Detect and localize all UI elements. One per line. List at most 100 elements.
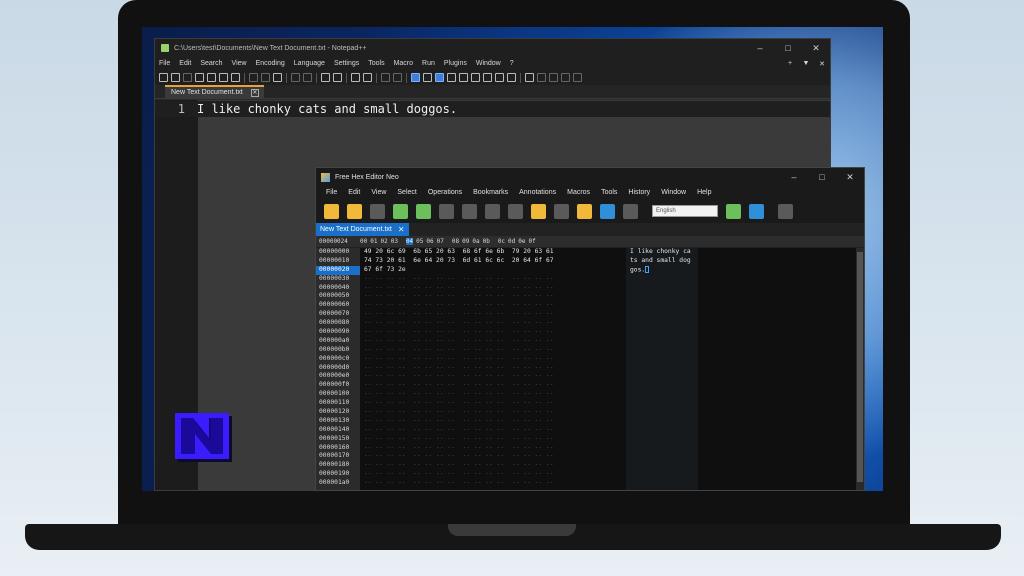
menu-item-bookmarks[interactable]: Bookmarks — [473, 189, 508, 196]
ascii-row[interactable] — [630, 381, 698, 390]
tab-list-button[interactable]: ▼ — [798, 60, 814, 68]
hex-tab[interactable]: New Text Document.txt ✕ — [316, 223, 409, 236]
menu-item-operations[interactable]: Operations — [428, 189, 462, 196]
run-macro-multiple-icon[interactable] — [561, 73, 570, 82]
ascii-row[interactable]: I like chonky ca — [630, 248, 698, 257]
menu-item-file[interactable]: File — [159, 60, 170, 67]
ascii-row[interactable] — [630, 408, 698, 417]
menu-item-search[interactable]: Search — [200, 60, 222, 67]
menu-item-file[interactable]: File — [326, 189, 337, 196]
sync-vertical-icon[interactable] — [381, 73, 390, 82]
redo-icon[interactable] — [462, 203, 477, 219]
redo-icon[interactable] — [303, 73, 312, 82]
doc-map-icon[interactable] — [459, 73, 468, 82]
delete-icon[interactable] — [554, 203, 569, 219]
paste-icon[interactable] — [273, 73, 282, 82]
ascii-row[interactable] — [630, 275, 698, 284]
language-icon[interactable] — [447, 73, 456, 82]
menu-item-plugins[interactable]: Plugins — [444, 60, 467, 67]
maximize-button[interactable]: □ — [774, 43, 802, 54]
byte-row[interactable]: -- -- -- -- -- -- -- -- -- -- -- -- -- -… — [364, 301, 622, 310]
byte-row[interactable]: -- -- -- -- -- -- -- -- -- -- -- -- -- -… — [364, 310, 622, 319]
byte-row[interactable]: -- -- -- -- -- -- -- -- -- -- -- -- -- -… — [364, 426, 622, 435]
ascii-row[interactable] — [630, 417, 698, 426]
language-select[interactable]: English — [652, 205, 718, 217]
column-header-08[interactable]: 08 — [452, 238, 459, 245]
close-button[interactable]: ✕ — [802, 43, 830, 54]
byte-row[interactable]: 67 6f 73 2e — [364, 266, 622, 275]
menu-item-settings[interactable]: Settings — [334, 60, 359, 67]
menu-item-edit[interactable]: Edit — [348, 189, 360, 196]
menu-item-macros[interactable]: Macros — [567, 189, 590, 196]
new-file-icon[interactable] — [324, 203, 339, 219]
byte-row[interactable]: -- -- -- -- -- -- -- -- -- -- -- -- -- -… — [364, 435, 622, 444]
clipboard-icon[interactable] — [577, 203, 592, 219]
vertical-scrollbar[interactable] — [856, 248, 864, 490]
menu-item-language[interactable]: Language — [294, 60, 325, 67]
close-all-icon[interactable] — [219, 73, 228, 82]
ascii-row[interactable] — [630, 452, 698, 461]
menu-item-macro[interactable]: Macro — [394, 60, 413, 67]
maximize-button[interactable]: □ — [808, 172, 836, 183]
stop-macro-icon[interactable] — [537, 73, 546, 82]
indent-guide-icon[interactable] — [435, 73, 444, 82]
byte-row[interactable]: -- -- -- -- -- -- -- -- -- -- -- -- -- -… — [364, 408, 622, 417]
column-header-0a[interactable]: 0a — [472, 238, 479, 245]
ascii-row[interactable] — [630, 337, 698, 346]
menu-item-window[interactable]: Window — [661, 189, 686, 196]
tools-icon[interactable] — [778, 203, 793, 219]
column-header-04[interactable]: 04 — [405, 238, 414, 245]
menu-item-view[interactable]: View — [371, 189, 386, 196]
paste-icon[interactable] — [531, 203, 546, 219]
function-list-icon[interactable] — [471, 73, 480, 82]
menu-item-tools[interactable]: Tools — [601, 189, 617, 196]
byte-row[interactable]: 74 73 20 61 6e 64 20 73 6d 61 6c 6c 20 6… — [364, 257, 622, 266]
ascii-row[interactable] — [630, 355, 698, 364]
column-header-0b[interactable]: 0b — [483, 238, 490, 245]
notepad-tab[interactable]: New Text Document.txt ✕ — [165, 85, 264, 98]
settings-icon[interactable] — [507, 73, 516, 82]
new-tab-button[interactable]: + — [782, 60, 798, 68]
column-header-06[interactable]: 06 — [426, 238, 433, 245]
byte-grid[interactable]: 49 20 6c 69 6b 65 20 63 68 6f 6e 6b 79 2… — [364, 248, 622, 490]
open-file-icon[interactable] — [171, 73, 180, 82]
column-header-09[interactable]: 09 — [462, 238, 469, 245]
ascii-row[interactable] — [630, 310, 698, 319]
ascii-row[interactable] — [630, 479, 698, 488]
zoom-in-icon[interactable] — [351, 73, 360, 82]
undo-icon[interactable] — [291, 73, 300, 82]
byte-row[interactable]: -- -- -- -- -- -- -- -- -- -- -- -- -- -… — [364, 328, 622, 337]
find-icon[interactable] — [321, 73, 330, 82]
byte-row[interactable]: -- -- -- -- -- -- -- -- -- -- -- -- -- -… — [364, 364, 622, 373]
ascii-row[interactable] — [630, 328, 698, 337]
editor-line-text[interactable]: I like chonky cats and small doggos. — [197, 102, 457, 116]
byte-row[interactable]: -- -- -- -- -- -- -- -- -- -- -- -- -- -… — [364, 399, 622, 408]
find-next-icon[interactable] — [623, 203, 638, 219]
folder-workspace-icon[interactable] — [483, 73, 492, 82]
menu-item-window[interactable]: Window — [476, 60, 501, 67]
save-as-icon[interactable] — [393, 203, 408, 219]
column-header-0e[interactable]: 0e — [518, 238, 525, 245]
column-header-05[interactable]: 05 — [416, 238, 423, 245]
copy-icon[interactable] — [261, 73, 270, 82]
byte-row[interactable]: -- -- -- -- -- -- -- -- -- -- -- -- -- -… — [364, 337, 622, 346]
menu-item-run[interactable]: Run — [422, 60, 435, 67]
menu-item-annotations[interactable]: Annotations — [519, 189, 556, 196]
column-header-01[interactable]: 01 — [370, 238, 377, 245]
play-macro-icon[interactable] — [549, 73, 558, 82]
ascii-row[interactable] — [630, 435, 698, 444]
column-header-0d[interactable]: 0d — [508, 238, 515, 245]
column-header-07[interactable]: 07 — [437, 238, 444, 245]
cut-icon[interactable] — [485, 203, 500, 219]
column-header-00[interactable]: 00 — [360, 238, 367, 245]
minimize-button[interactable]: – — [780, 172, 808, 183]
ascii-row[interactable] — [630, 470, 698, 479]
save-icon[interactable] — [183, 73, 192, 82]
ascii-row[interactable] — [630, 284, 698, 293]
copy-icon[interactable] — [508, 203, 523, 219]
replace-icon[interactable] — [333, 73, 342, 82]
byte-row[interactable]: 49 20 6c 69 6b 65 20 63 68 6f 6e 6b 79 2… — [364, 248, 622, 257]
column-header-03[interactable]: 03 — [391, 238, 398, 245]
save-icon[interactable] — [370, 203, 385, 219]
menu-item-history[interactable]: History — [628, 189, 650, 196]
